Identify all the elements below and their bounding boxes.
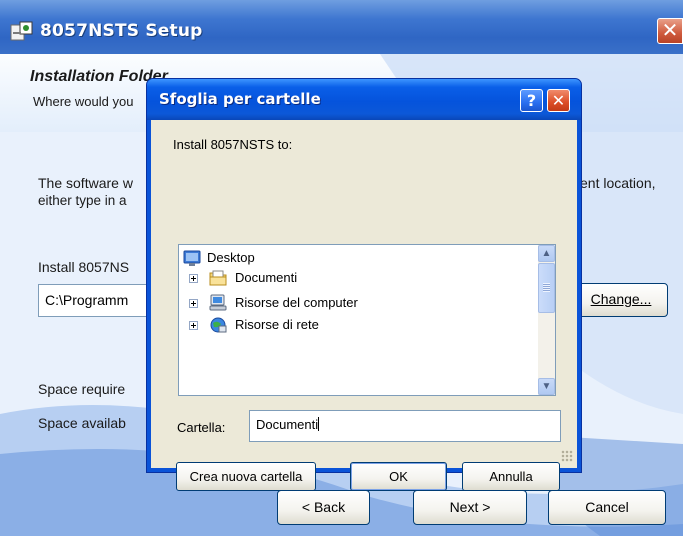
browse-close-button[interactable]: ✕ <box>547 89 570 112</box>
tree-item-risorse-di-rete[interactable]: Risorse di rete <box>189 315 389 335</box>
text-caret <box>318 417 320 431</box>
new-folder-button[interactable]: Crea nuova cartella <box>176 462 316 491</box>
space-available-label: Space availab <box>38 415 126 431</box>
cancel-button[interactable]: Cancel <box>548 490 666 525</box>
my-computer-icon <box>209 294 227 311</box>
browse-for-folder-dialog: Sfoglia per cartelle ? ✕ Install 8057NST… <box>146 78 582 491</box>
tree-item-desktop[interactable]: Desktop <box>183 248 363 268</box>
install-to-prompt: Install 8057NSTS to: <box>173 137 293 152</box>
tree-item-documenti[interactable]: Documenti <box>189 268 369 288</box>
folder-name-value: Documenti <box>256 417 319 432</box>
tree-scrollbar[interactable]: ▲ ▼ <box>538 245 555 395</box>
browse-dialog-titlebar[interactable]: Sfoglia per cartelle ? ✕ <box>147 79 581 120</box>
setup-titlebar[interactable]: 8057NSTS Setup ✕ <box>0 0 683 54</box>
network-places-icon <box>210 317 227 333</box>
scroll-thumb[interactable] <box>538 263 555 313</box>
annulla-button[interactable]: Annulla <box>462 462 560 491</box>
folder-name-input[interactable]: Documenti <box>249 410 561 442</box>
documents-folder-icon <box>209 270 227 286</box>
installer-app-icon <box>10 21 33 41</box>
next-button[interactable]: Next > <box>413 490 527 525</box>
space-required-label: Space require <box>38 381 126 397</box>
resize-grip-icon[interactable] <box>561 450 573 462</box>
expand-toggle-icon[interactable] <box>189 321 198 330</box>
ok-button[interactable]: OK <box>350 462 447 491</box>
tree-item-label: Documenti <box>235 270 298 285</box>
expand-toggle-icon[interactable] <box>189 274 198 283</box>
scroll-up-button[interactable]: ▲ <box>538 245 555 262</box>
desktop-icon <box>183 250 201 266</box>
tree-item-label: Risorse di rete <box>235 317 319 332</box>
install-location-label: Install 8057NS <box>38 259 130 275</box>
folder-label: Cartella: <box>177 420 226 435</box>
tree-item-label: Desktop <box>207 250 255 265</box>
installation-folder-subtitle: Where would you <box>33 94 134 109</box>
change-button-label: Change... <box>590 291 652 307</box>
browse-dialog-body: Install 8057NSTS to: Desktop Documenti R… <box>151 120 577 491</box>
change-button[interactable]: Change... <box>574 283 668 317</box>
expand-toggle-icon[interactable] <box>189 299 198 308</box>
description-line-1: The software w <box>38 175 133 191</box>
help-button[interactable]: ? <box>520 89 543 112</box>
setup-close-button[interactable]: ✕ <box>657 18 683 44</box>
folder-tree[interactable]: Desktop Documenti Risorse del computer R… <box>178 244 556 396</box>
description-line-1-end: ent location, <box>580 175 656 191</box>
tree-item-label: Risorse del computer <box>235 295 358 310</box>
browse-dialog-title: Sfoglia per cartelle <box>159 90 321 108</box>
description-line-2: either type in a <box>38 193 127 208</box>
back-button[interactable]: < Back <box>277 490 370 525</box>
scroll-down-button[interactable]: ▼ <box>538 378 555 395</box>
setup-window-title: 8057NSTS Setup <box>40 21 203 41</box>
tree-item-risorse-del-computer[interactable]: Risorse del computer <box>189 293 409 313</box>
